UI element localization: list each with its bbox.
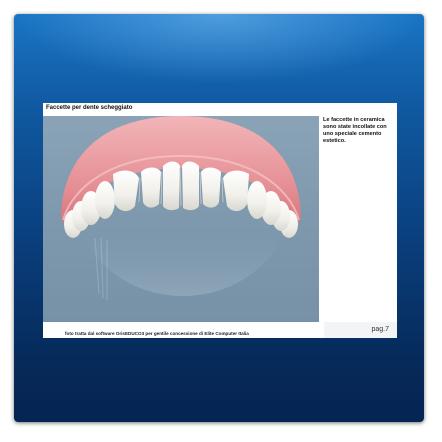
presentation-frame: Faccette per dente scheggiato Le faccett… <box>14 14 424 422</box>
teeth-illustration-icon <box>61 116 301 300</box>
image-credit: foto tratta dal software OrisEDUCO3 per … <box>65 331 249 336</box>
page-number: pag.7 <box>371 326 389 333</box>
slide: Faccette per dente scheggiato Le faccett… <box>43 103 397 338</box>
slide-caption: Le faccette in ceramica sono state incol… <box>323 117 387 144</box>
teeth-illustration <box>43 116 319 322</box>
slide-title: Faccette per dente scheggiato <box>46 105 133 111</box>
